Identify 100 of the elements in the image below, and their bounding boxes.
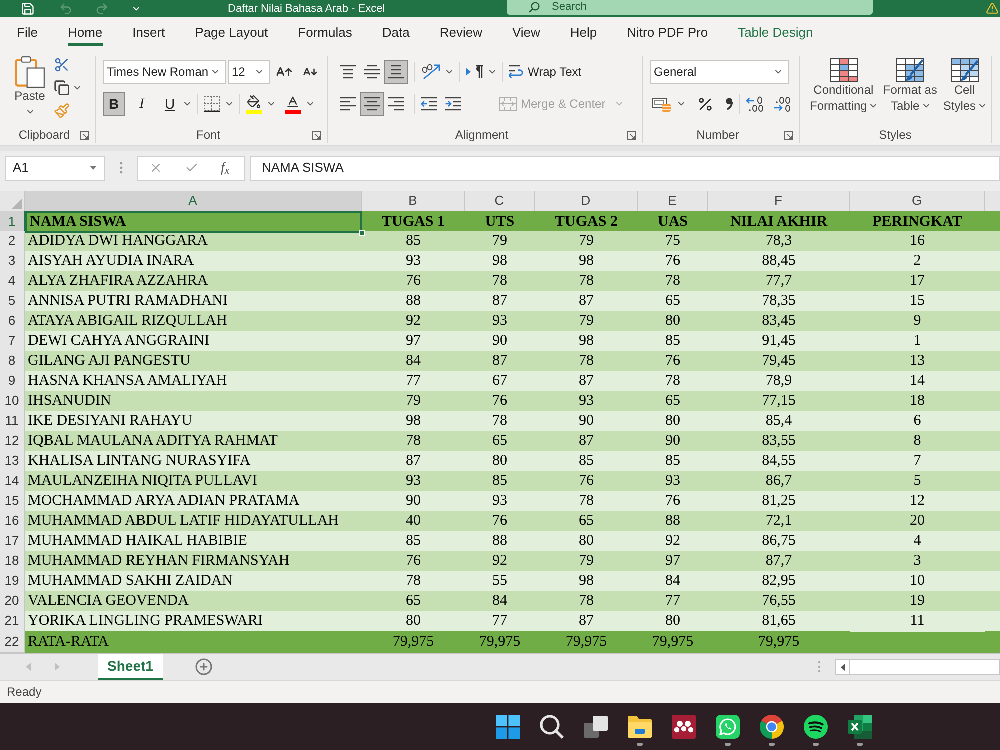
table-cell[interactable]: 78: [535, 591, 638, 612]
caret-icon[interactable]: [226, 102, 233, 106]
wrap-text-button[interactable]: Wrap Text: [509, 60, 586, 84]
table-cell[interactable]: 93: [535, 391, 638, 412]
table-cell[interactable]: 97: [638, 551, 708, 572]
table-cell[interactable]: 86,7: [708, 471, 850, 492]
exclamation-triangle-icon[interactable]: [986, 2, 999, 15]
table-cell[interactable]: 77,7: [708, 271, 850, 292]
table-cell[interactable]: 79: [465, 231, 535, 252]
table-cell[interactable]: 65: [638, 291, 708, 312]
table-cell[interactable]: 40: [362, 511, 465, 532]
table-cell[interactable]: 9: [850, 311, 985, 332]
table-cell[interactable]: 76: [362, 551, 465, 572]
table-cell[interactable]: 65: [638, 391, 708, 412]
table-cell[interactable]: ALYA ZHAFIRA AZZAHRA: [25, 271, 362, 292]
table-cell[interactable]: 65: [535, 511, 638, 532]
table-cell[interactable]: 19: [850, 591, 985, 612]
table-cell[interactable]: DEWI CAHYA ANGGRAINI: [25, 331, 362, 352]
table-cell[interactable]: 98: [465, 251, 535, 272]
bill-coins-icon[interactable]: [652, 96, 672, 112]
table-cell[interactable]: 83,55: [708, 431, 850, 452]
row-number[interactable]: 21: [0, 611, 25, 632]
table-cell[interactable]: GILANG AJI PANGESTU: [25, 351, 362, 372]
total-cell[interactable]: 79,975: [638, 631, 708, 653]
caret-icon[interactable]: [870, 104, 878, 108]
table-cell[interactable]: 1: [850, 331, 985, 352]
table-cell[interactable]: 84: [465, 591, 535, 612]
vertical-align-button[interactable]: [384, 60, 408, 84]
table-cell[interactable]: 85: [638, 331, 708, 352]
table-cell[interactable]: 81,25: [708, 491, 850, 512]
ribbon-tab[interactable]: File: [2, 17, 53, 48]
table-cell[interactable]: 76: [638, 251, 708, 272]
table-cell[interactable]: 91,45: [708, 331, 850, 352]
table-cell[interactable]: 16: [850, 231, 985, 252]
table-cell[interactable]: 80: [638, 311, 708, 332]
table-cell[interactable]: IKE DESIYANI RAHAYU: [25, 411, 362, 432]
table-cell[interactable]: 98: [535, 251, 638, 272]
table-cell[interactable]: 77,15: [708, 391, 850, 412]
table-cell[interactable]: 78: [638, 271, 708, 292]
row-number[interactable]: 9: [0, 371, 25, 392]
app-tile-icon[interactable]: [672, 715, 696, 739]
table-cell[interactable]: 18: [850, 391, 985, 412]
row-number[interactable]: 1: [0, 211, 25, 233]
font-name-dropdown[interactable]: Times New Roman: [103, 60, 226, 84]
caret-icon[interactable]: [775, 70, 782, 74]
table-cell[interactable]: 83,45: [708, 311, 850, 332]
search-field[interactable]: Search: [507, 0, 873, 15]
table-cell[interactable]: 55: [465, 571, 535, 592]
table-cell[interactable]: 77: [638, 591, 708, 612]
caret-icon[interactable]: [256, 70, 263, 74]
style-gallery-button[interactable]: Cell Styles: [942, 58, 988, 114]
table-cell[interactable]: 65: [362, 591, 465, 612]
caret-icon[interactable]: [678, 102, 685, 106]
table-cell[interactable]: 76: [638, 351, 708, 372]
ribbon-tab[interactable]: Formulas: [283, 17, 368, 48]
style-gallery-button[interactable]: Format as Table: [882, 58, 938, 114]
name-box[interactable]: A1: [5, 156, 105, 180]
header-cell[interactable]: UAS: [638, 211, 708, 233]
ribbon-tab[interactable]: Help: [555, 17, 612, 48]
row-number[interactable]: 3: [0, 251, 25, 272]
italic-button[interactable]: I: [131, 92, 153, 116]
table-cell[interactable]: 78,35: [708, 291, 850, 312]
table-cell[interactable]: 87: [535, 291, 638, 312]
font-size-dropdown[interactable]: 12: [228, 60, 270, 84]
row-number[interactable]: 10: [0, 391, 25, 412]
table-cell[interactable]: 78: [535, 491, 638, 512]
table-cell[interactable]: 84: [362, 351, 465, 372]
table-cell[interactable]: MUHAMMAD SAKHI ZAIDAN: [25, 571, 362, 592]
table-cell[interactable]: KHALISA LINTANG NURASYIFA: [25, 451, 362, 472]
table-cell[interactable]: 87: [465, 291, 535, 312]
table-cell[interactable]: 93: [362, 251, 465, 272]
table-cell[interactable]: HASNA KHANSA AMALIYAH: [25, 371, 362, 392]
table-cell[interactable]: MUHAMMAD REYHAN FIRMANSYAH: [25, 551, 362, 572]
underline-button[interactable]: U: [159, 92, 181, 116]
table-cell[interactable]: IQBAL MAULANA ADITYA RAHMAT: [25, 431, 362, 452]
table-cell[interactable]: 98: [362, 411, 465, 432]
row-number[interactable]: 7: [0, 331, 25, 352]
table-cell[interactable]: AISYAH AYUDIA INARA: [25, 251, 362, 272]
table-cell[interactable]: 80: [465, 451, 535, 472]
table-cell[interactable]: 87: [535, 371, 638, 392]
style-gallery-button[interactable]: Conditional Formatting: [809, 58, 878, 114]
x-tile-icon[interactable]: [848, 715, 872, 739]
table-cell[interactable]: MOCHAMMAD ARYA ADIAN PRATAMA: [25, 491, 362, 512]
outdent-icon[interactable]: [421, 96, 437, 110]
row-number[interactable]: 22: [0, 631, 25, 653]
table-cell[interactable]: 93: [638, 471, 708, 492]
table-cell[interactable]: MUHAMMAD ABDUL LATIF HIDAYATULLAH: [25, 511, 362, 532]
table-cell[interactable]: 87: [535, 611, 638, 632]
table-cell[interactable]: 11: [850, 611, 985, 632]
table-cell[interactable]: 79: [535, 311, 638, 332]
table-cell[interactable]: 8: [850, 431, 985, 452]
row-number[interactable]: 14: [0, 471, 25, 492]
table-cell[interactable]: 85,4: [708, 411, 850, 432]
sheet-tab[interactable]: Sheet1: [98, 654, 163, 680]
table-cell[interactable]: 7: [850, 451, 985, 472]
table-cell[interactable]: 90: [465, 331, 535, 352]
four-squares-icon[interactable]: [496, 715, 520, 739]
decimal-right-arrow-icon[interactable]: [773, 96, 792, 112]
table-cell[interactable]: 85: [535, 451, 638, 472]
ribbon-tab[interactable]: View: [497, 17, 556, 48]
